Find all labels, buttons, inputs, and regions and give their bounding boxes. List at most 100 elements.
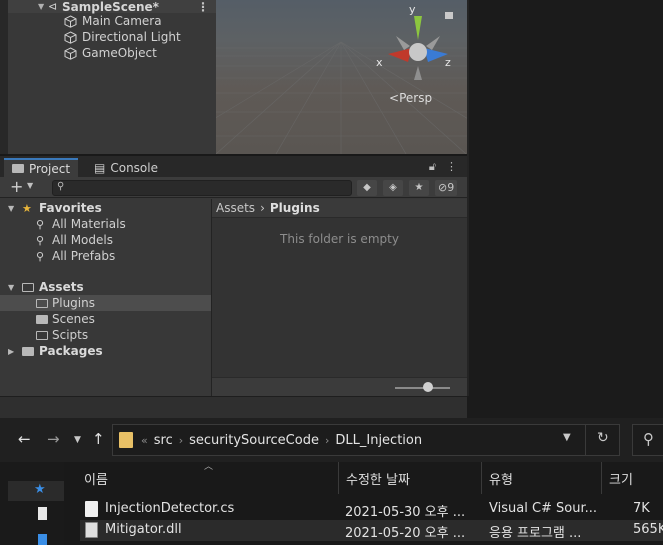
star-icon: ★	[34, 482, 46, 497]
file-type: Visual C# Sour...	[489, 501, 598, 516]
breadcrumb-assets[interactable]: Assets	[216, 201, 255, 215]
desktop-icon[interactable]	[38, 507, 47, 520]
hierarchy-item-directional-light[interactable]: Directional Light	[64, 29, 181, 45]
tree-item-scenes[interactable]: Scenes	[0, 311, 211, 327]
file-size: 565K	[633, 522, 663, 537]
breadcrumb-plugins[interactable]: Plugins	[270, 201, 320, 215]
tree-item-plugins[interactable]: Plugins	[0, 295, 211, 311]
path-crumb-dll-injection[interactable]: DLL_Injection	[335, 433, 422, 448]
tree-item-all-prefabs[interactable]: ⚲ All Prefabs	[0, 248, 211, 264]
zoom-slider-thumb[interactable]	[423, 382, 433, 392]
recent-locations-chevron-icon[interactable]: ▼	[74, 435, 81, 445]
hierarchy-panel: ▼ ⊲ SampleScene* ⋮ Main Camera Direction…	[0, 0, 216, 154]
tree-item-all-models[interactable]: ⚲ All Models	[0, 232, 211, 248]
folder-icon	[119, 432, 133, 448]
chevron-right-icon: ›	[260, 201, 265, 215]
column-header-name[interactable]: 이름	[76, 462, 108, 494]
eye-slash-icon: ⊘	[438, 181, 448, 194]
projection-toggle[interactable]: <Persp	[389, 91, 432, 105]
create-button[interactable]: +	[10, 178, 23, 196]
tab-project[interactable]: Project	[4, 158, 79, 177]
search-icon: ⚲	[643, 430, 654, 448]
sort-up-icon: ︿	[204, 462, 214, 472]
tab-console[interactable]: ▤ Console	[86, 158, 166, 177]
expand-arrow-icon[interactable]: ▼	[38, 2, 48, 11]
address-bar[interactable]: « src › securitySourceCode › DLL_Injecti…	[112, 424, 620, 456]
more-menu-icon[interactable]: ⋮	[446, 160, 457, 174]
gizmo-y-label: y	[409, 3, 416, 16]
file-list: ︿ 이름 수정한 날짜 유형 크기 InjectionDetector.cs 2…	[64, 462, 663, 545]
file-name: Mitigator.dll	[105, 522, 182, 537]
navigation-pane: ★	[0, 462, 64, 545]
csharp-file-icon	[85, 501, 98, 517]
file-date: 2021-05-30 오후 ...	[345, 505, 466, 520]
folder-icon	[12, 162, 24, 176]
label-icon[interactable]: ◈	[383, 180, 403, 196]
chevron-right-icon[interactable]: ›	[179, 434, 183, 447]
favorite-star-icon[interactable]: ★	[409, 180, 429, 196]
expand-arrow-icon[interactable]: ▼	[8, 283, 14, 292]
console-icon: ▤	[94, 160, 106, 175]
search-icon: ⚲	[36, 233, 45, 247]
address-dropdown-icon[interactable]: ▼	[563, 432, 571, 443]
breadcrumb: Assets › Plugins	[212, 199, 467, 218]
gameobject-cube-icon	[64, 14, 77, 28]
file-explorer: ← → ▼ ↑ « src › securitySourceCode › DLL…	[0, 418, 663, 545]
forward-button[interactable]: →	[47, 430, 60, 448]
hierarchy-item-gameobject[interactable]: GameObject	[64, 45, 157, 61]
drive-icon[interactable]	[38, 534, 47, 545]
project-search-input[interactable]: ⚲	[52, 180, 352, 196]
path-crumb-src[interactable]: src	[154, 433, 173, 448]
quick-access-item[interactable]: ★	[8, 481, 64, 501]
tree-item-favorites[interactable]: ▼ ★ Favorites	[0, 200, 211, 216]
file-size: 7K	[633, 501, 650, 516]
overflow-chevron-icon[interactable]: «	[141, 434, 148, 447]
folder-open-icon	[22, 282, 34, 295]
back-button[interactable]: ←	[18, 430, 31, 448]
folder-icon	[36, 330, 48, 343]
empty-folder-message: This folder is empty	[280, 232, 399, 246]
refresh-icon[interactable]: ↻	[597, 430, 609, 446]
project-content: Assets › Plugins This folder is empty	[212, 199, 467, 398]
path-crumb-securitysourcecode[interactable]: securitySourceCode	[189, 433, 319, 448]
expand-arrow-icon[interactable]: ▶	[8, 347, 14, 356]
up-button[interactable]: ↑	[92, 430, 105, 448]
gizmo-z-label: z	[445, 56, 451, 69]
hidden-packages-toggle[interactable]: ⊘9	[435, 180, 458, 196]
tree-item-scipts[interactable]: Scipts	[0, 327, 211, 343]
file-type: 응용 프로그램 ...	[489, 526, 582, 541]
search-icon: ⚲	[36, 217, 45, 231]
chevron-right-icon[interactable]: ›	[325, 434, 329, 447]
lock-icon[interactable]: 🔓︎	[429, 160, 436, 174]
gizmo-x-label: x	[376, 56, 383, 69]
column-header-size[interactable]: 크기	[601, 462, 633, 494]
dll-file-icon	[85, 522, 98, 538]
gameobject-cube-icon	[64, 46, 77, 60]
orientation-gizmo[interactable]	[376, 10, 466, 100]
file-name: InjectionDetector.cs	[105, 501, 235, 516]
project-bottom-bar	[212, 377, 467, 398]
hierarchy-item-label: GameObject	[82, 46, 157, 60]
expand-arrow-icon[interactable]: ▼	[8, 204, 14, 213]
tree-item-assets[interactable]: ▼ Assets	[0, 279, 211, 295]
file-row[interactable]: Mitigator.dll 2021-05-20 오후 ... 응용 프로그램 …	[80, 520, 663, 541]
scene-row[interactable]: ▼ ⊲ SampleScene* ⋮	[8, 0, 216, 14]
column-header-type[interactable]: 유형	[481, 462, 513, 494]
star-icon: ★	[22, 201, 32, 215]
chevron-down-icon[interactable]: ▼	[27, 181, 33, 190]
hierarchy-item-label: Main Camera	[82, 14, 162, 28]
tree-item-all-materials[interactable]: ⚲ All Materials	[0, 216, 211, 232]
folder-icon	[36, 314, 48, 327]
hierarchy-item-label: Directional Light	[82, 30, 181, 44]
hierarchy-item-main-camera[interactable]: Main Camera	[64, 13, 162, 29]
file-row[interactable]: InjectionDetector.cs 2021-05-30 오후 ... V…	[80, 499, 663, 520]
file-date: 2021-05-20 오후 ...	[345, 526, 466, 541]
more-menu-icon[interactable]: ⋮	[197, 0, 209, 14]
scene-view[interactable]: y x z <Persp	[216, 0, 467, 154]
tree-item-packages[interactable]: ▶ Packages	[0, 343, 211, 359]
search-by-type-icon[interactable]: ◆	[357, 180, 377, 196]
explorer-search-input[interactable]: ⚲	[632, 424, 663, 456]
column-header-date[interactable]: 수정한 날짜	[338, 462, 410, 494]
persp-icon: <	[389, 91, 400, 105]
search-icon: ⚲	[57, 181, 65, 192]
